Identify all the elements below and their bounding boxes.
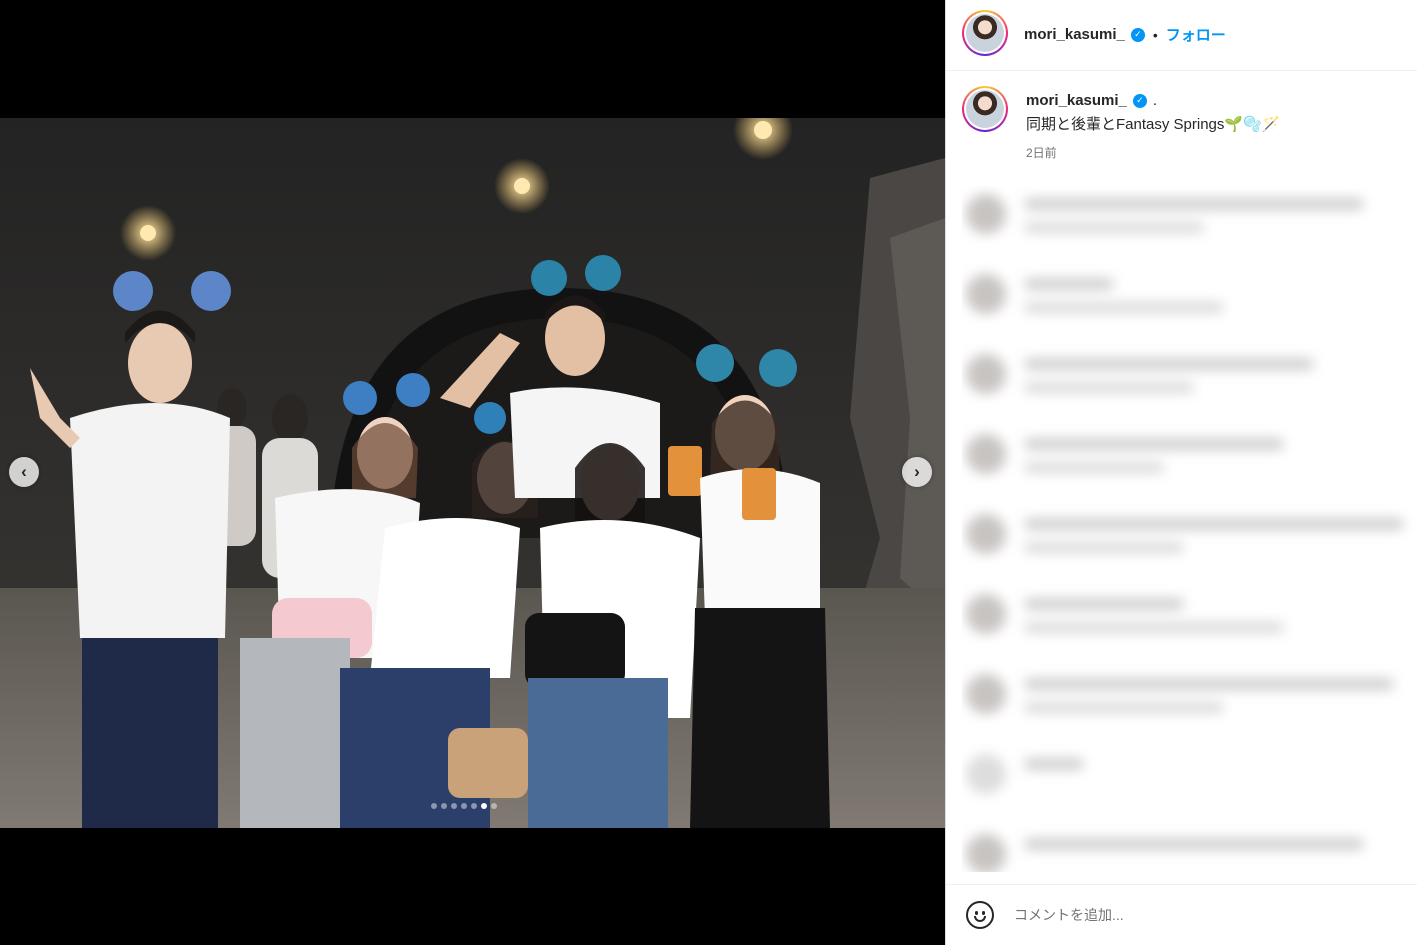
author-avatar[interactable] <box>962 10 1008 56</box>
instagram-post-view: ‹ › mori_kasumi_ ✓ • フォロー mori_kasumi_ ✓… <box>0 0 1417 945</box>
blurred-comment <box>962 186 1417 266</box>
caption-username[interactable]: mori_kasumi_ <box>1026 92 1127 109</box>
emoji-icon[interactable] <box>966 901 994 929</box>
verified-badge-icon: ✓ <box>1130 27 1145 42</box>
author-username[interactable]: mori_kasumi_ <box>1024 26 1125 43</box>
blurred-comment <box>962 666 1417 746</box>
carousel-dot <box>451 803 457 809</box>
comment-composer <box>946 885 1417 945</box>
separator-dot: • <box>1152 26 1158 43</box>
carousel-dot <box>471 803 477 809</box>
blurred-comment <box>962 826 1417 872</box>
blurred-comment <box>962 746 1417 826</box>
blurred-comment <box>962 426 1417 506</box>
follow-button[interactable]: フォロー <box>1166 24 1226 45</box>
blurred-comment <box>962 586 1417 666</box>
previous-slide-button[interactable]: ‹ <box>9 457 39 487</box>
carousel-dot <box>441 803 447 809</box>
post-side-panel: mori_kasumi_ ✓ • フォロー mori_kasumi_ ✓ . 同… <box>945 0 1417 945</box>
chevron-left-icon: ‹ <box>21 462 27 481</box>
carousel-dot <box>461 803 467 809</box>
blurred-comment <box>962 266 1417 346</box>
carousel-dot <box>431 803 437 809</box>
post-photo[interactable] <box>0 118 945 828</box>
next-slide-button[interactable]: › <box>902 457 932 487</box>
media-viewer: ‹ › <box>0 0 945 945</box>
post-header: mori_kasumi_ ✓ • フォロー <box>946 0 1417 71</box>
comment-input[interactable] <box>1014 907 1394 923</box>
carousel-dot <box>481 803 487 809</box>
caption-text: 同期と後輩とFantasy Springs🌱🫧🪄 <box>1026 116 1281 133</box>
blurred-comments <box>962 186 1417 872</box>
blurred-comment <box>962 506 1417 586</box>
carousel-dot <box>491 803 497 809</box>
carousel-indicator <box>431 803 497 809</box>
post-timestamp[interactable]: 2日前 <box>1026 144 1406 161</box>
caption-trailing-dot: . <box>1152 92 1158 109</box>
verified-badge-icon: ✓ <box>1132 93 1147 108</box>
blurred-comment <box>962 346 1417 426</box>
chevron-right-icon: › <box>914 462 920 481</box>
caption-avatar[interactable] <box>962 86 1008 132</box>
